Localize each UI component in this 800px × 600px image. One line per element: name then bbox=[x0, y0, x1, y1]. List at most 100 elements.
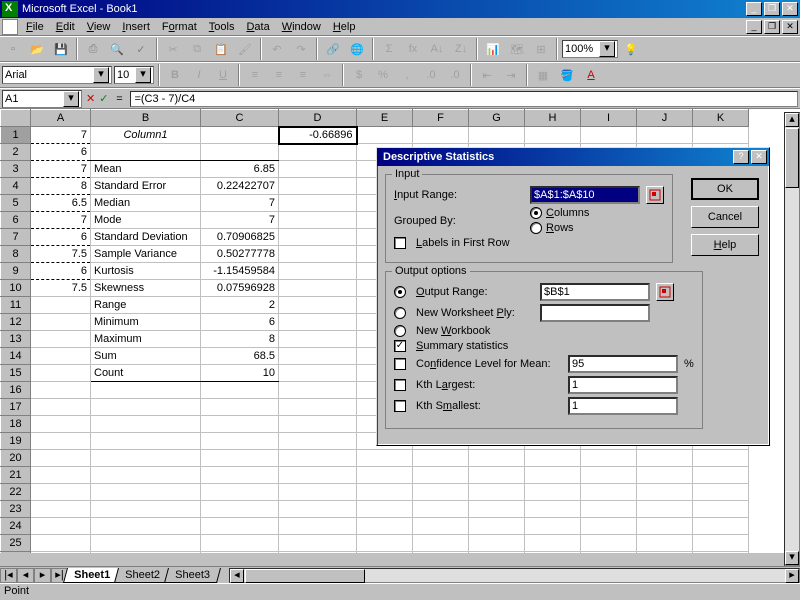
cell-E22[interactable] bbox=[357, 484, 413, 501]
row-header-18[interactable]: 18 bbox=[1, 416, 31, 433]
assistant-button[interactable]: 💡 bbox=[620, 38, 642, 60]
kth-smallest-check[interactable] bbox=[394, 400, 406, 412]
cell-C10[interactable]: 0.07596928 bbox=[201, 280, 279, 297]
menu-window[interactable]: Window bbox=[276, 19, 327, 35]
cell-D14[interactable] bbox=[279, 348, 357, 365]
close-button[interactable]: ✕ bbox=[782, 2, 798, 16]
underline-button[interactable]: U bbox=[212, 64, 234, 86]
cell-C3[interactable]: 6.85 bbox=[201, 161, 279, 178]
row-header-11[interactable]: 11 bbox=[1, 297, 31, 314]
cell-D7[interactable] bbox=[279, 229, 357, 246]
cell-E25[interactable] bbox=[357, 535, 413, 552]
font-color-button[interactable]: A bbox=[580, 64, 602, 86]
cell-A5[interactable]: 6.5 bbox=[31, 195, 91, 212]
input-range-ref-icon[interactable] bbox=[646, 186, 664, 204]
cell-D6[interactable] bbox=[279, 212, 357, 229]
cell-I24[interactable] bbox=[581, 518, 637, 535]
cell-H21[interactable] bbox=[525, 467, 581, 484]
cell-G21[interactable] bbox=[469, 467, 525, 484]
scroll-thumb-h[interactable] bbox=[245, 569, 365, 583]
cell-A17[interactable] bbox=[31, 399, 91, 416]
cell-G1[interactable] bbox=[469, 127, 525, 144]
kth-smallest-field[interactable] bbox=[568, 397, 678, 415]
cell-C23[interactable] bbox=[201, 501, 279, 518]
menu-insert[interactable]: Insert bbox=[116, 19, 156, 35]
dialog-close-button[interactable]: ✕ bbox=[751, 150, 767, 164]
confidence-field[interactable] bbox=[568, 355, 678, 373]
cell-D4[interactable] bbox=[279, 178, 357, 195]
cell-D16[interactable] bbox=[279, 382, 357, 399]
cell-B26[interactable] bbox=[91, 552, 201, 554]
cell-C18[interactable] bbox=[201, 416, 279, 433]
name-box[interactable]: A1▾ bbox=[2, 90, 82, 108]
cell-E23[interactable] bbox=[357, 501, 413, 518]
cell-A6[interactable]: 7 bbox=[31, 212, 91, 229]
cell-E20[interactable] bbox=[357, 450, 413, 467]
cell-D26[interactable] bbox=[279, 552, 357, 554]
cell-I22[interactable] bbox=[581, 484, 637, 501]
cell-A7[interactable]: 6 bbox=[31, 229, 91, 246]
cell-C16[interactable] bbox=[201, 382, 279, 399]
dialog-help-button[interactable]: ? bbox=[733, 150, 749, 164]
cell-E1[interactable] bbox=[357, 127, 413, 144]
cell-F22[interactable] bbox=[413, 484, 469, 501]
cell-E24[interactable] bbox=[357, 518, 413, 535]
menu-data[interactable]: Data bbox=[240, 19, 275, 35]
vertical-scrollbar[interactable]: ▴ ▾ bbox=[784, 112, 800, 566]
cell-C13[interactable]: 8 bbox=[201, 331, 279, 348]
scroll-left-button[interactable]: ◂ bbox=[230, 569, 244, 583]
output-range-ref-icon[interactable] bbox=[656, 283, 674, 301]
cell-B20[interactable] bbox=[91, 450, 201, 467]
cell-F20[interactable] bbox=[413, 450, 469, 467]
row-header-16[interactable]: 16 bbox=[1, 382, 31, 399]
cell-A15[interactable] bbox=[31, 365, 91, 382]
cell-C5[interactable]: 7 bbox=[201, 195, 279, 212]
cell-K1[interactable] bbox=[693, 127, 749, 144]
cell-J20[interactable] bbox=[637, 450, 693, 467]
align-left-button[interactable]: ≡ bbox=[244, 64, 266, 86]
kth-largest-check[interactable] bbox=[394, 379, 406, 391]
sheet-tab-3[interactable]: Sheet3 bbox=[164, 568, 221, 583]
cell-A14[interactable] bbox=[31, 348, 91, 365]
cell-A25[interactable] bbox=[31, 535, 91, 552]
cell-A2[interactable]: 6 bbox=[31, 144, 91, 161]
sort-desc-button[interactable]: Z↓ bbox=[450, 38, 472, 60]
cell-E26[interactable] bbox=[357, 552, 413, 554]
cell-J21[interactable] bbox=[637, 467, 693, 484]
cell-D23[interactable] bbox=[279, 501, 357, 518]
cell-A22[interactable] bbox=[31, 484, 91, 501]
cell-G25[interactable] bbox=[469, 535, 525, 552]
row-header-3[interactable]: 3 bbox=[1, 161, 31, 178]
sort-asc-button[interactable]: A↓ bbox=[426, 38, 448, 60]
save-button[interactable]: 💾 bbox=[50, 38, 72, 60]
menu-help[interactable]: Help bbox=[327, 19, 362, 35]
new-worksheet-radio[interactable] bbox=[394, 307, 406, 319]
cell-J24[interactable] bbox=[637, 518, 693, 535]
row-header-4[interactable]: 4 bbox=[1, 178, 31, 195]
cell-A9[interactable]: 6 bbox=[31, 263, 91, 280]
cell-H22[interactable] bbox=[525, 484, 581, 501]
cell-B18[interactable] bbox=[91, 416, 201, 433]
cell-A19[interactable] bbox=[31, 433, 91, 450]
cell-B17[interactable] bbox=[91, 399, 201, 416]
cell-I25[interactable] bbox=[581, 535, 637, 552]
cell-C24[interactable] bbox=[201, 518, 279, 535]
cell-D19[interactable] bbox=[279, 433, 357, 450]
cell-D9[interactable] bbox=[279, 263, 357, 280]
font-size-combo[interactable]: 10▾ bbox=[114, 66, 154, 84]
col-header-K[interactable]: K bbox=[693, 110, 749, 127]
cell-D20[interactable] bbox=[279, 450, 357, 467]
row-header-14[interactable]: 14 bbox=[1, 348, 31, 365]
rows-radio[interactable] bbox=[530, 222, 542, 234]
col-header-H[interactable]: H bbox=[525, 110, 581, 127]
cell-J26[interactable] bbox=[637, 552, 693, 554]
cell-I26[interactable] bbox=[581, 552, 637, 554]
cancel-button[interactable]: Cancel bbox=[691, 206, 759, 228]
inc-decimal-button[interactable]: .0 bbox=[420, 64, 442, 86]
bold-button[interactable]: B bbox=[164, 64, 186, 86]
scroll-right-button[interactable]: ▸ bbox=[785, 569, 799, 583]
cell-B24[interactable] bbox=[91, 518, 201, 535]
print-button[interactable]: ⎙ bbox=[82, 38, 104, 60]
cell-D10[interactable] bbox=[279, 280, 357, 297]
cell-G22[interactable] bbox=[469, 484, 525, 501]
